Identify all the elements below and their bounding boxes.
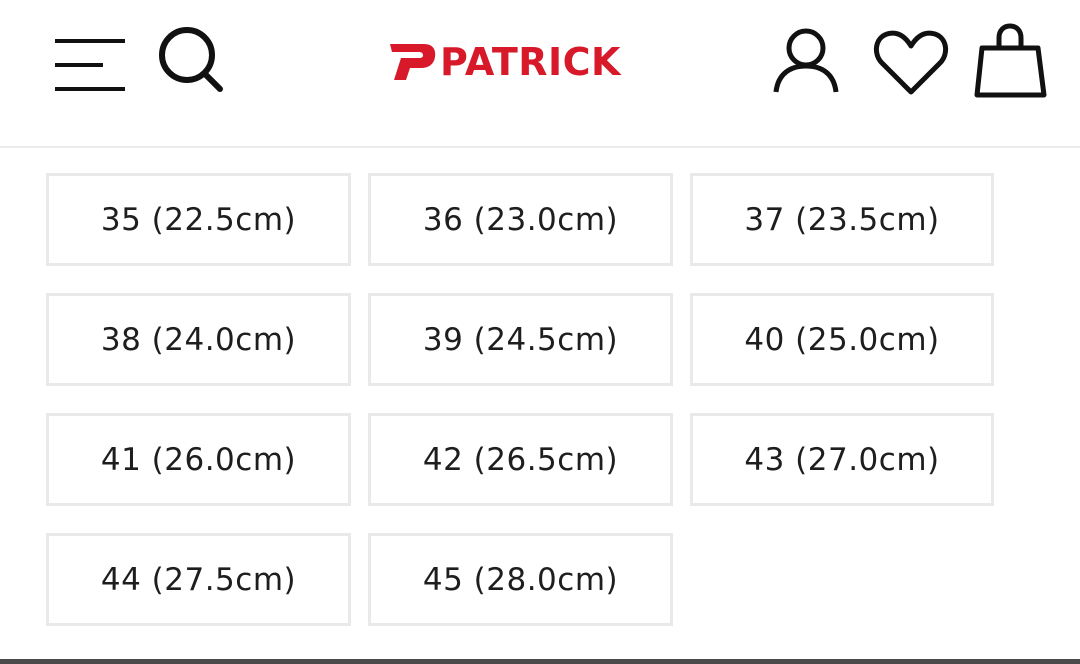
size-label: 37 (23.5cm): [744, 201, 940, 238]
size-option[interactable]: 37 (23.5cm): [690, 173, 994, 266]
size-option[interactable]: 36 (23.0cm): [368, 173, 673, 266]
size-selector: 35 (22.5cm) 36 (23.0cm) 37 (23.5cm) 38 (…: [46, 173, 1006, 626]
brand-logo[interactable]: PATRICK: [388, 40, 621, 84]
size-label: 43 (27.0cm): [744, 441, 940, 478]
size-label: 35 (22.5cm): [100, 201, 297, 238]
search-icon[interactable]: [156, 26, 228, 96]
site-header: PATRICK: [0, 0, 1080, 148]
size-option[interactable]: 35 (22.5cm): [46, 173, 351, 266]
size-option[interactable]: 43 (27.0cm): [690, 413, 994, 506]
size-option[interactable]: 44 (27.5cm): [46, 533, 351, 626]
divider: [0, 659, 1080, 664]
brand-mark-icon: [390, 44, 436, 80]
brand-name: PATRICK: [440, 40, 621, 84]
heart-icon[interactable]: [872, 26, 950, 98]
user-icon[interactable]: [770, 24, 842, 96]
shopping-bag-icon[interactable]: [972, 22, 1048, 100]
size-option[interactable]: 39 (24.5cm): [368, 293, 673, 386]
size-option[interactable]: 41 (26.0cm): [46, 413, 351, 506]
size-option[interactable]: 42 (26.5cm): [368, 413, 673, 506]
size-option[interactable]: 40 (25.0cm): [690, 293, 994, 386]
size-label: 42 (26.5cm): [422, 441, 619, 478]
size-label: 36 (23.0cm): [422, 201, 619, 238]
size-label: 40 (25.0cm): [744, 321, 940, 358]
size-label: 39 (24.5cm): [422, 321, 619, 358]
size-label: 38 (24.0cm): [100, 321, 297, 358]
size-option[interactable]: 45 (28.0cm): [368, 533, 673, 626]
size-label: 41 (26.0cm): [100, 441, 297, 478]
size-label: 44 (27.5cm): [100, 561, 297, 598]
size-option[interactable]: 38 (24.0cm): [46, 293, 351, 386]
size-label: 45 (28.0cm): [422, 561, 619, 598]
hamburger-menu-icon[interactable]: [52, 36, 128, 96]
